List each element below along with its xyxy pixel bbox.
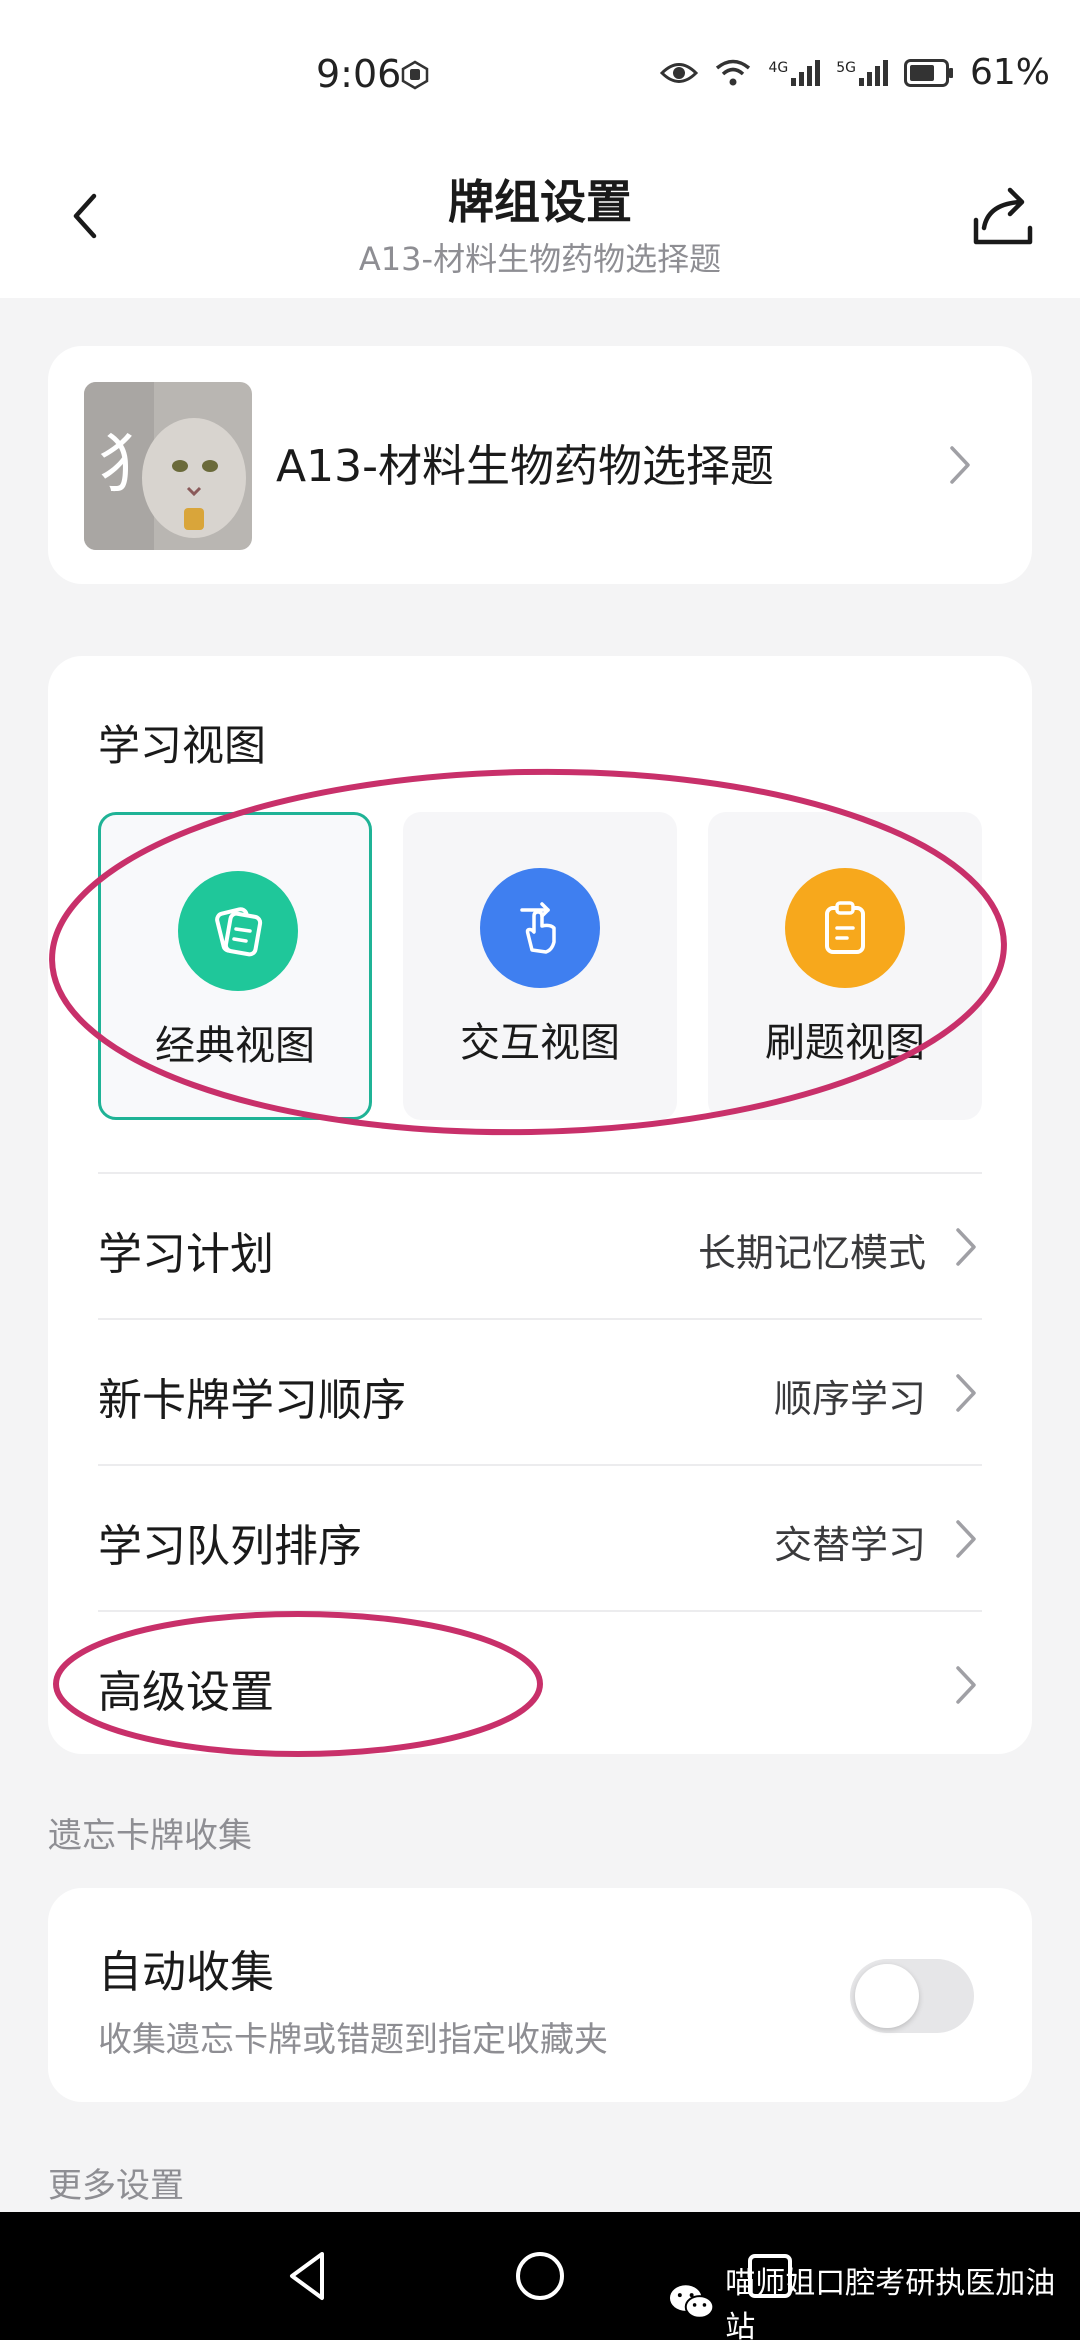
row-new-card-order[interactable]: 新卡牌学习顺序 顺序学习	[98, 1320, 1032, 1466]
view-option-classic[interactable]: 经典视图	[98, 812, 372, 1120]
battery-icon	[903, 58, 953, 87]
clipboard-icon	[785, 868, 905, 988]
deck-name: A13-材料生物药物选择题	[276, 441, 774, 492]
battery-percent: 61%	[969, 52, 1050, 93]
view-option-label: 交互视图	[460, 1020, 620, 1066]
row-label: 学习队列排序	[98, 1521, 362, 1572]
wechat-icon	[669, 2285, 715, 2319]
view-option-interactive[interactable]: 交互视图	[403, 812, 677, 1120]
status-bar: 9:06 4G 5G 61%	[0, 0, 1080, 150]
chevron-right-icon	[956, 1374, 976, 1412]
auto-collect-card: 自动收集 收集遗忘卡牌或错题到指定收藏夹	[48, 1888, 1032, 2102]
row-label: 新卡牌学习顺序	[98, 1375, 406, 1426]
nav-back-icon[interactable]	[272, 2240, 344, 2312]
watermark-text: 喵师姐口腔考研执医加油站	[725, 2266, 1056, 2340]
share-icon[interactable]	[970, 184, 1036, 250]
view-option-label: 经典视图	[155, 1023, 315, 1069]
study-settings-card: 学习视图 经典视图 交互视图 刷题视图 学习计划 长期记忆模式 新卡牌学习顺序 …	[48, 656, 1032, 1754]
hand-icon	[401, 60, 429, 90]
chevron-right-icon	[950, 446, 970, 484]
cards-icon	[178, 871, 298, 991]
chevron-right-icon	[956, 1520, 976, 1558]
eye-icon	[660, 62, 699, 83]
row-label: 学习计划	[98, 1229, 274, 1280]
row-advanced-settings[interactable]: 高级设置	[98, 1612, 1032, 1758]
row-label: 高级设置	[98, 1667, 274, 1718]
watermark: 喵师姐口腔考研执医加油站	[668, 2258, 1080, 2340]
view-option-label: 刷题视图	[765, 1020, 925, 1066]
row-study-plan[interactable]: 学习计划 长期记忆模式	[98, 1174, 1032, 1320]
wifi-icon	[716, 59, 751, 85]
page-subtitle: A13-材料生物药物选择题	[358, 240, 722, 278]
row-value: 长期记忆模式	[697, 1231, 926, 1275]
row-queue-order[interactable]: 学习队列排序 交替学习	[98, 1466, 1032, 1612]
auto-collect-description: 收集遗忘卡牌或错题到指定收藏夹	[98, 2020, 608, 2060]
row-value: 交替学习	[773, 1523, 926, 1567]
page-title: 牌组设置	[448, 175, 632, 229]
forgotten-group-label: 遗忘卡牌收集	[48, 1816, 252, 1856]
row-value: 顺序学习	[773, 1377, 926, 1421]
auto-collect-toggle[interactable]	[850, 1959, 974, 2033]
view-option-quiz[interactable]: 刷题视图	[708, 812, 982, 1120]
chevron-right-icon	[956, 1666, 976, 1704]
toggle-knob	[855, 1964, 919, 2028]
app-header: 牌组设置 A13-材料生物药物选择题	[0, 150, 1080, 298]
status-time: 9:06	[316, 52, 402, 96]
chevron-right-icon	[956, 1228, 976, 1266]
study-view-title: 学习视图	[98, 721, 267, 770]
nav-home-icon[interactable]	[504, 2240, 576, 2312]
signal-5g-icon: 5G	[836, 59, 888, 86]
deck-cover-image: 犭	[84, 382, 252, 550]
tap-icon	[480, 868, 600, 988]
status-icons: 4G 5G 61%	[660, 52, 1050, 93]
more-settings-label: 更多设置	[48, 2166, 184, 2206]
system-nav-bar: 喵师姐口腔考研执医加油站	[0, 2212, 1080, 2340]
deck-card[interactable]: 犭 A13-材料生物药物选择题	[48, 346, 1032, 584]
signal-4g-icon: 4G	[768, 59, 821, 86]
svg-text:犭: 犭	[98, 428, 162, 502]
auto-collect-title: 自动收集	[98, 1947, 274, 1998]
